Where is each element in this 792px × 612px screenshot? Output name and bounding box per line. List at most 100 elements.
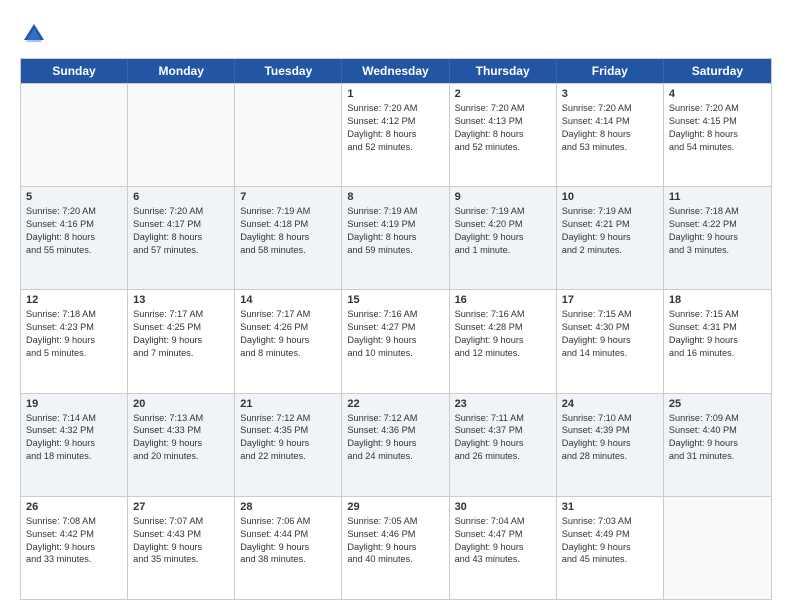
day-number: 13: [133, 294, 229, 306]
day-number: 9: [455, 191, 551, 203]
cell-info: Sunrise: 7:05 AM Sunset: 4:46 PM Dayligh…: [347, 515, 443, 567]
calendar-cell: 5Sunrise: 7:20 AM Sunset: 4:16 PM Daylig…: [21, 187, 128, 289]
cell-info: Sunrise: 7:17 AM Sunset: 4:26 PM Dayligh…: [240, 308, 336, 360]
calendar-cell: 7 Sunrise: 7:19 AM Sunset: 4:18 PM Daylig…: [235, 187, 342, 289]
logo: [20, 20, 52, 48]
header-day: Monday: [128, 59, 235, 83]
calendar-cell: 21 Sunrise: 7:12 AM Sunset: 4:35 PM Dayli…: [235, 394, 342, 496]
cell-info: Sunrise: 7:19 AM Sunset: 4:19 PM Dayligh…: [347, 205, 443, 257]
header-day: Sunday: [21, 59, 128, 83]
calendar-cell: 18 Sunrise: 7:15 AM Sunset: 4:31 PM Dayli…: [664, 290, 771, 392]
calendar-cell: 15 Sunrise: 7:16 AM Sunset: 4:27 PM Dayli…: [342, 290, 449, 392]
calendar-cell: 31 Sunrise: 7:03 AM Sunset: 4:49 PM Dayli…: [557, 497, 664, 599]
calendar-cell: 13Sunrise: 7:17 AM Sunset: 4:25 PM Dayli…: [128, 290, 235, 392]
day-number: 1: [347, 88, 443, 100]
day-number: 26: [26, 501, 122, 513]
day-number: 21: [240, 398, 336, 410]
cell-info: Sunrise: 7:19 AM Sunset: 4:18 PM Dayligh…: [240, 205, 336, 257]
calendar-header: SundayMondayTuesdayWednesdayThursdayFrid…: [21, 59, 771, 83]
day-number: 8: [347, 191, 443, 203]
header-day: Thursday: [450, 59, 557, 83]
cell-info: Sunrise: 7:12 AM Sunset: 4:36 PM Dayligh…: [347, 412, 443, 464]
calendar-cell: 17 Sunrise: 7:15 AM Sunset: 4:30 PM Dayli…: [557, 290, 664, 392]
day-number: 10: [562, 191, 658, 203]
logo-icon: [20, 20, 48, 48]
calendar-cell: 6 Sunrise: 7:20 AM Sunset: 4:17 PM Daylig…: [128, 187, 235, 289]
calendar-row: 19 Sunrise: 7:14 AM Sunset: 4:32 PM Dayli…: [21, 393, 771, 496]
calendar-cell: 1 Sunrise: 7:20 AM Sunset: 4:12 PM Daylig…: [342, 84, 449, 186]
cell-info: Sunrise: 7:16 AM Sunset: 4:28 PM Dayligh…: [455, 308, 551, 360]
cell-info: Sunrise: 7:11 AM Sunset: 4:37 PM Dayligh…: [455, 412, 551, 464]
day-number: 14: [240, 294, 336, 306]
day-number: 27: [133, 501, 229, 513]
header-day: Tuesday: [235, 59, 342, 83]
calendar-cell: 12 Sunrise: 7:18 AM Sunset: 4:23 PM Dayli…: [21, 290, 128, 392]
header-day: Wednesday: [342, 59, 449, 83]
calendar-cell: 26 Sunrise: 7:08 AM Sunset: 4:42 PM Dayli…: [21, 497, 128, 599]
cell-info: Sunrise: 7:20 AM Sunset: 4:17 PM Dayligh…: [133, 205, 229, 257]
cell-info: Sunrise: 7:16 AM Sunset: 4:27 PM Dayligh…: [347, 308, 443, 360]
day-number: 18: [669, 294, 766, 306]
calendar-cell: 28 Sunrise: 7:06 AM Sunset: 4:44 PM Dayli…: [235, 497, 342, 599]
calendar-cell: 10 Sunrise: 7:19 AM Sunset: 4:21 PM Dayli…: [557, 187, 664, 289]
cell-info: Sunrise: 7:08 AM Sunset: 4:42 PM Dayligh…: [26, 515, 122, 567]
header-day: Saturday: [664, 59, 771, 83]
cell-info: Sunrise: 7:20 AM Sunset: 4:12 PM Dayligh…: [347, 102, 443, 154]
day-number: 7: [240, 191, 336, 203]
day-number: 22: [347, 398, 443, 410]
calendar-cell: 3Sunrise: 7:20 AM Sunset: 4:14 PM Daylig…: [557, 84, 664, 186]
calendar-cell: 16 Sunrise: 7:16 AM Sunset: 4:28 PM Dayli…: [450, 290, 557, 392]
page: SundayMondayTuesdayWednesdayThursdayFrid…: [0, 0, 792, 612]
cell-info: Sunrise: 7:13 AM Sunset: 4:33 PM Dayligh…: [133, 412, 229, 464]
calendar-cell: [235, 84, 342, 186]
calendar-cell: 19 Sunrise: 7:14 AM Sunset: 4:32 PM Dayli…: [21, 394, 128, 496]
calendar-cell: 30 Sunrise: 7:04 AM Sunset: 4:47 PM Dayli…: [450, 497, 557, 599]
day-number: 12: [26, 294, 122, 306]
calendar-cell: 24 Sunrise: 7:10 AM Sunset: 4:39 PM Dayli…: [557, 394, 664, 496]
day-number: 23: [455, 398, 551, 410]
cell-info: Sunrise: 7:18 AM Sunset: 4:23 PM Dayligh…: [26, 308, 122, 360]
day-number: 31: [562, 501, 658, 513]
day-number: 19: [26, 398, 122, 410]
cell-info: Sunrise: 7:06 AM Sunset: 4:44 PM Dayligh…: [240, 515, 336, 567]
header-day: Friday: [557, 59, 664, 83]
cell-info: Sunrise: 7:12 AM Sunset: 4:35 PM Dayligh…: [240, 412, 336, 464]
cell-info: Sunrise: 7:07 AM Sunset: 4:43 PM Dayligh…: [133, 515, 229, 567]
day-number: 25: [669, 398, 766, 410]
cell-info: Sunrise: 7:03 AM Sunset: 4:49 PM Dayligh…: [562, 515, 658, 567]
cell-info: Sunrise: 7:04 AM Sunset: 4:47 PM Dayligh…: [455, 515, 551, 567]
day-number: 2: [455, 88, 551, 100]
day-number: 16: [455, 294, 551, 306]
cell-info: Sunrise: 7:09 AM Sunset: 4:40 PM Dayligh…: [669, 412, 766, 464]
cell-info: Sunrise: 7:20 AM Sunset: 4:15 PM Dayligh…: [669, 102, 766, 154]
day-number: 29: [347, 501, 443, 513]
day-number: 28: [240, 501, 336, 513]
calendar-cell: 29 Sunrise: 7:05 AM Sunset: 4:46 PM Dayli…: [342, 497, 449, 599]
calendar-cell: [664, 497, 771, 599]
cell-info: Sunrise: 7:15 AM Sunset: 4:30 PM Dayligh…: [562, 308, 658, 360]
cell-info: Sunrise: 7:20 AM Sunset: 4:14 PM Dayligh…: [562, 102, 658, 154]
cell-info: Sunrise: 7:19 AM Sunset: 4:21 PM Dayligh…: [562, 205, 658, 257]
calendar-cell: 27 Sunrise: 7:07 AM Sunset: 4:43 PM Dayli…: [128, 497, 235, 599]
cell-info: Sunrise: 7:10 AM Sunset: 4:39 PM Dayligh…: [562, 412, 658, 464]
calendar: SundayMondayTuesdayWednesdayThursdayFrid…: [20, 58, 772, 600]
day-number: 17: [562, 294, 658, 306]
day-number: 6: [133, 191, 229, 203]
calendar-cell: 4 Sunrise: 7:20 AM Sunset: 4:15 PM Daylig…: [664, 84, 771, 186]
cell-info: Sunrise: 7:15 AM Sunset: 4:31 PM Dayligh…: [669, 308, 766, 360]
day-number: 24: [562, 398, 658, 410]
cell-info: Sunrise: 7:20 AM Sunset: 4:13 PM Dayligh…: [455, 102, 551, 154]
calendar-row: 5Sunrise: 7:20 AM Sunset: 4:16 PM Daylig…: [21, 186, 771, 289]
cell-info: Sunrise: 7:14 AM Sunset: 4:32 PM Dayligh…: [26, 412, 122, 464]
calendar-cell: [21, 84, 128, 186]
day-number: 30: [455, 501, 551, 513]
cell-info: Sunrise: 7:18 AM Sunset: 4:22 PM Dayligh…: [669, 205, 766, 257]
header: [20, 16, 772, 48]
calendar-row: 26 Sunrise: 7:08 AM Sunset: 4:42 PM Dayli…: [21, 496, 771, 599]
day-number: 4: [669, 88, 766, 100]
calendar-cell: 11Sunrise: 7:18 AM Sunset: 4:22 PM Dayli…: [664, 187, 771, 289]
calendar-cell: [128, 84, 235, 186]
cell-info: Sunrise: 7:20 AM Sunset: 4:16 PM Dayligh…: [26, 205, 122, 257]
calendar-cell: 14 Sunrise: 7:17 AM Sunset: 4:26 PM Dayli…: [235, 290, 342, 392]
day-number: 15: [347, 294, 443, 306]
